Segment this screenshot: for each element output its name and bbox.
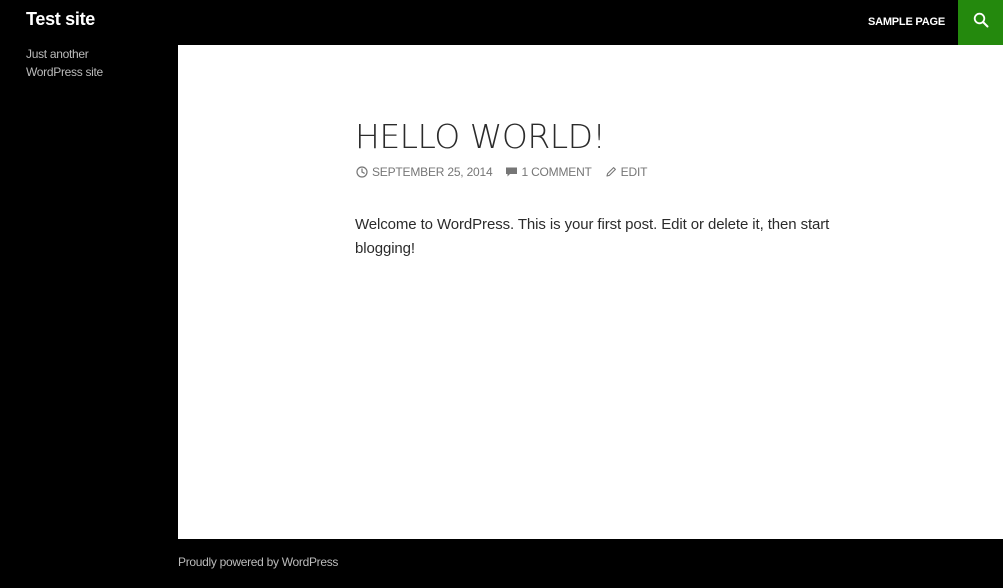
site-footer: Proudly powered by WordPress	[0, 539, 1003, 588]
main-content: HELLO WORLD! SEPTEMBER 25, 2014 1 COMMEN…	[178, 45, 1003, 539]
site-description: Just another WordPress site	[26, 47, 103, 79]
post-edit: EDIT	[620, 165, 648, 179]
primary-navigation: SAMPLE PAGE	[855, 0, 958, 45]
post-edit-link[interactable]: EDIT	[604, 165, 648, 179]
post-content: Welcome to WordPress. This is your first…	[355, 216, 830, 257]
nav-item-sample-page[interactable]: SAMPLE PAGE	[855, 0, 958, 45]
footer-credit-link[interactable]: Proudly powered by WordPress	[178, 555, 338, 569]
clock-icon	[355, 165, 369, 179]
page: Test site SAMPLE PAGE Just another WordP…	[0, 0, 1003, 588]
site-title[interactable]: Test site	[26, 9, 95, 30]
comment-bubble-icon	[504, 165, 518, 179]
post-date-link[interactable]: SEPTEMBER 25, 2014	[355, 165, 493, 179]
post-title[interactable]: HELLO WORLD!	[355, 117, 606, 157]
sidebar: Just another WordPress site	[0, 45, 178, 539]
pencil-icon	[604, 165, 618, 179]
post-comments: 1 COMMENT	[521, 165, 592, 179]
site-header: Test site SAMPLE PAGE	[0, 0, 1003, 45]
search-icon	[973, 12, 989, 33]
post-date: SEPTEMBER 25, 2014	[372, 165, 493, 179]
post-comments-link[interactable]: 1 COMMENT	[504, 165, 592, 179]
post-meta: SEPTEMBER 25, 2014 1 COMMENT EDIT	[355, 165, 659, 179]
search-toggle-button[interactable]	[958, 0, 1003, 45]
